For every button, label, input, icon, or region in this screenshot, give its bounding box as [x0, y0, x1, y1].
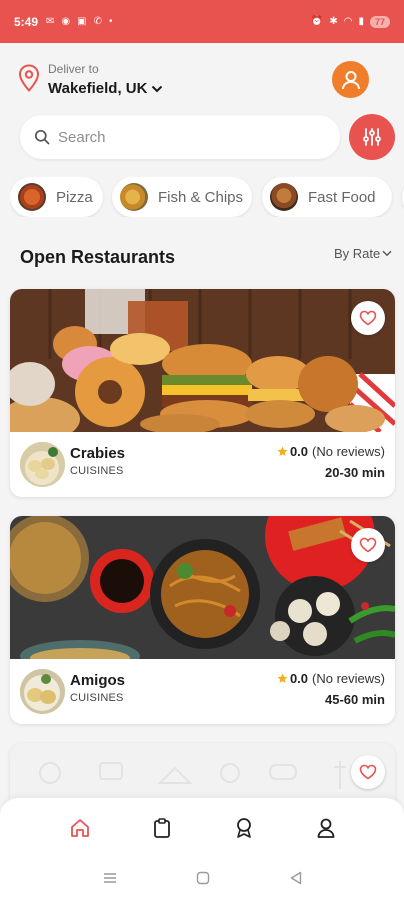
category-label: Fast Food: [308, 188, 376, 206]
search-bar[interactable]: [20, 115, 340, 159]
nav-orders[interactable]: [150, 816, 174, 840]
filter-sliders-icon: [363, 128, 381, 146]
samosa-image: [20, 669, 65, 714]
nav-profile[interactable]: [314, 816, 338, 840]
delivery-time: 45-60 min: [325, 692, 385, 707]
system-icons: ⏰ ✱ ◠ ▮ 77: [310, 15, 390, 28]
back-triangle-icon: [290, 871, 302, 885]
sort-label: By Rate: [334, 246, 381, 261]
clipboard-icon: [154, 818, 170, 838]
wifi-icon: ◠: [343, 16, 353, 27]
fast-food-thumbnail: [270, 183, 298, 211]
sort-dropdown[interactable]: By Rate: [334, 246, 392, 261]
category-chip-fast-food[interactable]: Fast Food: [262, 177, 392, 217]
review-count: (No reviews): [312, 671, 385, 686]
pizza-thumbnail: [18, 183, 46, 211]
home-system-button[interactable]: [195, 870, 211, 886]
search-input[interactable]: [58, 128, 298, 146]
review-count: (No reviews): [312, 444, 385, 459]
restaurant-info: Amigos CUISINES 0.0 (No reviews) 45-60 m…: [10, 659, 395, 724]
fish-chips-thumbnail: [120, 183, 148, 211]
category-list: Pizza Fish & Chips Fast Food: [10, 177, 404, 217]
rating-value: 0.0: [289, 444, 309, 459]
favorite-button[interactable]: [351, 755, 385, 789]
restaurant-photo: [10, 289, 395, 432]
restaurant-name: Crabies: [70, 445, 126, 462]
back-system-button[interactable]: [288, 870, 304, 886]
profile-icon: [317, 818, 335, 838]
heart-icon: [359, 764, 377, 780]
user-icon: [341, 70, 360, 89]
chevron-down-icon: [152, 85, 163, 92]
menu-icon: [104, 873, 116, 883]
category-chip-pizza[interactable]: Pizza: [10, 177, 103, 217]
restaurant-card[interactable]: Amigos CUISINES 0.0 (No reviews) 45-60 m…: [10, 516, 395, 724]
dumplings-image: [20, 442, 65, 487]
category-label: Fish & Chips: [158, 188, 244, 206]
favorite-button[interactable]: [351, 528, 385, 562]
category-chip-fish-chips[interactable]: Fish & Chips: [112, 177, 252, 217]
delivery-time: 20-30 min: [325, 465, 385, 480]
star-icon: [277, 446, 288, 456]
heart-icon: [359, 310, 377, 326]
restaurant-card[interactable]: Crabies CUISINES 0.0 (No reviews) 20-30 …: [10, 289, 395, 497]
restaurant-name: Amigos: [70, 672, 126, 689]
category-label: Pizza: [56, 188, 93, 206]
deliver-to-label: Deliver to: [48, 62, 99, 76]
system-nav-bar: [0, 858, 404, 900]
restaurant-cuisine: CUISINES: [70, 692, 124, 704]
status-time: 5:49: [14, 14, 39, 29]
restaurant-rating: 0.0 (No reviews): [277, 444, 385, 459]
location-selector[interactable]: Wakefield, UK: [48, 80, 163, 97]
home-icon: [71, 819, 89, 837]
battery-icon: 77: [369, 15, 390, 28]
filter-button[interactable]: [349, 114, 395, 160]
square-icon: [196, 871, 210, 885]
bottom-nav: [0, 798, 404, 858]
notification-icon: ◉: [61, 16, 71, 27]
nav-offers[interactable]: [232, 816, 256, 840]
bluetooth-icon: ✱: [329, 16, 338, 27]
restaurant-photo: [10, 516, 395, 659]
heart-icon: [359, 537, 377, 553]
location-pin-icon[interactable]: [18, 64, 40, 92]
section-title: Open Restaurants: [20, 247, 176, 267]
search-icon: [34, 129, 50, 145]
status-bar: 5:49 ✉ ◉ ▣ ✆ • ⏰ ✱ ◠ ▮ 77: [0, 0, 404, 43]
restaurant-rating: 0.0 (No reviews): [277, 671, 385, 686]
nav-home[interactable]: [68, 816, 92, 840]
notification-icon: ▣: [77, 16, 87, 27]
restaurant-logo: [20, 442, 65, 487]
alarm-icon: ⏰: [310, 16, 324, 27]
star-icon: [277, 673, 288, 683]
signal-icon: ▮: [358, 16, 364, 27]
chevron-down-icon: [382, 250, 392, 257]
notification-icon: ✆: [93, 16, 102, 27]
recent-apps-button[interactable]: [102, 870, 118, 886]
notification-icon: ✉: [46, 16, 55, 27]
restaurant-logo: [20, 669, 65, 714]
avatar[interactable]: [332, 61, 369, 98]
rating-value: 0.0: [289, 671, 309, 686]
notification-icons: ✉ ◉ ▣ ✆ •: [46, 16, 112, 27]
restaurant-info: Crabies CUISINES 0.0 (No reviews) 20-30 …: [10, 432, 395, 497]
restaurant-cuisine: CUISINES: [70, 465, 124, 477]
notification-icon: •: [109, 16, 113, 27]
city-label: Wakefield, UK: [48, 80, 148, 97]
badge-icon: [237, 818, 251, 838]
favorite-button[interactable]: [351, 301, 385, 335]
